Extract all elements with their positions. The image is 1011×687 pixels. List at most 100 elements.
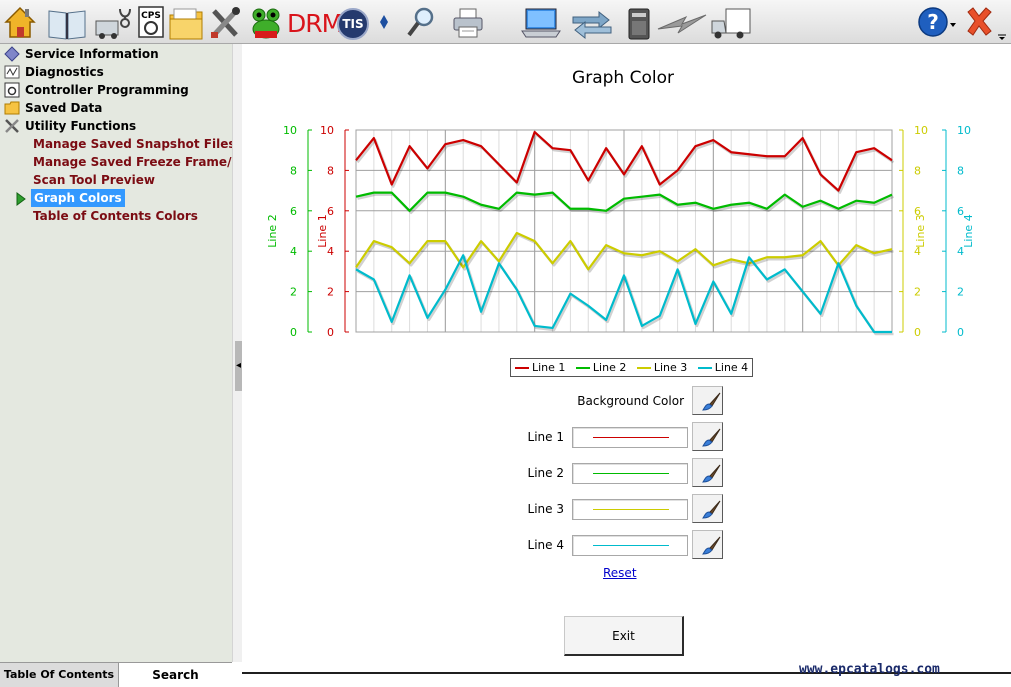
cps-icon[interactable]: CPS [137, 3, 171, 41]
folder-icon [4, 100, 20, 116]
y-tick-label: 4 [290, 245, 297, 258]
sidebar-item-saved-data[interactable]: Saved Data [0, 99, 232, 117]
legend-swatch [697, 367, 712, 369]
close-icon[interactable] [962, 3, 996, 41]
splitter-arrow-icon[interactable] [376, 3, 392, 41]
y-tick-label: 0 [327, 326, 334, 339]
line-3-color-sample [593, 509, 669, 510]
background-color-label: Background Color [577, 394, 684, 408]
sidebar-item-utility-functions[interactable]: Utility Functions [0, 117, 232, 135]
controller-icon [4, 82, 20, 98]
sidebar-subitem-label: Manage Saved Freeze Frame/F [33, 155, 232, 169]
paintbrush-icon [702, 464, 721, 483]
y-axis-label: Line 3 [914, 214, 927, 247]
tab-search[interactable]: Search [118, 663, 232, 687]
frog-icon[interactable] [249, 3, 283, 41]
legend-label: Line 3 [653, 361, 688, 374]
toolbar: CPS DRM TIS ? [0, 0, 1011, 44]
line-4-color-button[interactable] [692, 530, 723, 559]
y-axis-label: Line 1 [316, 214, 329, 247]
line-3-color-button[interactable] [692, 494, 723, 523]
sidebar-item-label: Controller Programming [25, 83, 189, 97]
sidebar-item-diagnostics[interactable]: Diagnostics [0, 63, 232, 81]
cps-label: CPS [141, 11, 161, 21]
exit-button[interactable]: Exit [564, 616, 684, 656]
tools-icon [4, 118, 20, 134]
legend-item-line-4: Line 4 [697, 359, 749, 376]
y-tick-label: 10 [320, 124, 334, 137]
legend-item-line-2: Line 2 [575, 359, 627, 376]
line-4-label: Line 4 [527, 538, 564, 552]
line-4-swatch [572, 535, 688, 556]
y-tick-label: 10 [283, 124, 297, 137]
line-3-swatch [572, 499, 688, 520]
home-icon[interactable] [3, 3, 37, 41]
line-chart: 0246810Line 20246810Line 10246810Line 30… [266, 124, 975, 339]
sidebar-splitter[interactable]: ◂ [232, 44, 242, 662]
diagnostic-truck-icon[interactable] [94, 3, 134, 41]
tis-logo[interactable]: TIS [334, 3, 372, 41]
tools-icon[interactable] [208, 3, 242, 41]
sidebar-item-controller-programming[interactable]: Controller Programming [0, 81, 232, 99]
collapse-sidebar-icon[interactable]: ◂ [235, 341, 242, 391]
legend-label: Line 1 [532, 361, 566, 374]
diamond-icon [4, 46, 20, 62]
magnifier-icon[interactable] [404, 3, 438, 41]
printer-icon[interactable] [451, 3, 485, 41]
sidebar-item-label: Diagnostics [25, 65, 104, 79]
line-3-label: Line 3 [527, 502, 564, 516]
legend-label: Line 4 [714, 361, 749, 374]
sidebar-item-label: Utility Functions [25, 119, 137, 133]
y-tick-label: 2 [327, 286, 334, 299]
page-title: Graph Color [572, 68, 674, 88]
sync-icon[interactable] [569, 3, 615, 41]
legend-swatch [636, 367, 651, 369]
legend-item-line-3: Line 3 [636, 359, 688, 376]
legend-item-line-1: Line 1 [515, 359, 565, 376]
paintbrush-icon [702, 536, 721, 555]
y-tick-label: 10 [914, 124, 928, 137]
background-color-button[interactable] [692, 386, 723, 415]
folder-icon[interactable] [168, 3, 204, 41]
sidebar-subitem-manage-freeze-frame[interactable]: Manage Saved Freeze Frame/F [0, 153, 232, 171]
sidebar-item-service-information[interactable]: Service Information [0, 45, 232, 63]
tis-label: TIS [337, 8, 369, 40]
line-1-color-sample [593, 437, 669, 438]
sidebar-subitem-scan-tool-preview[interactable]: Scan Tool Preview [0, 171, 232, 189]
y-tick-label: 8 [914, 164, 921, 177]
sidebar-item-label: Service Information [25, 47, 159, 61]
sidebar-subitem-toc-colors[interactable]: Table of Contents Colors [0, 207, 232, 225]
line-4-color-sample [593, 545, 669, 546]
book-icon[interactable] [47, 3, 86, 41]
sidebar-subitem-graph-colors[interactable]: Graph Colors [0, 189, 232, 207]
paintbrush-icon [702, 392, 721, 411]
line-1-color-button[interactable] [692, 422, 723, 451]
reset-link[interactable]: Reset [603, 566, 637, 580]
y-tick-label: 2 [290, 286, 297, 299]
y-tick-label: 2 [957, 286, 964, 299]
tab-table-of-contents[interactable]: Table Of Contents [0, 663, 118, 687]
legend-label: Line 2 [592, 361, 627, 374]
toolbar-menu-icon[interactable] [996, 3, 1008, 41]
y-tick-label: 6 [290, 205, 297, 218]
sidebar: Service Information Diagnostics Controll… [0, 44, 232, 662]
laptop-icon[interactable] [520, 3, 562, 41]
vci-device-icon[interactable] [623, 3, 657, 41]
paintbrush-icon [702, 428, 721, 447]
diagnostics-icon [4, 64, 20, 80]
svg-text:?: ? [927, 10, 939, 34]
watermark: www.epcatalogs.com [799, 662, 940, 677]
line-2-color-button[interactable] [692, 458, 723, 487]
truck-icon[interactable] [710, 3, 752, 41]
sidebar-item-label: Saved Data [25, 101, 103, 115]
lightning-icon[interactable] [656, 3, 708, 41]
legend-swatch [575, 367, 590, 369]
drm-logo[interactable]: DRM [287, 3, 343, 41]
sidebar-tabbar: Table Of Contents Search [0, 662, 232, 687]
y-tick-label: 0 [957, 326, 964, 339]
line-2-color-sample [593, 473, 669, 474]
sidebar-subitem-label: Table of Contents Colors [33, 209, 198, 223]
line-1-label: Line 1 [527, 430, 564, 444]
help-icon[interactable]: ? [916, 3, 956, 41]
sidebar-subitem-manage-snapshot-files[interactable]: Manage Saved Snapshot Files [0, 135, 232, 153]
